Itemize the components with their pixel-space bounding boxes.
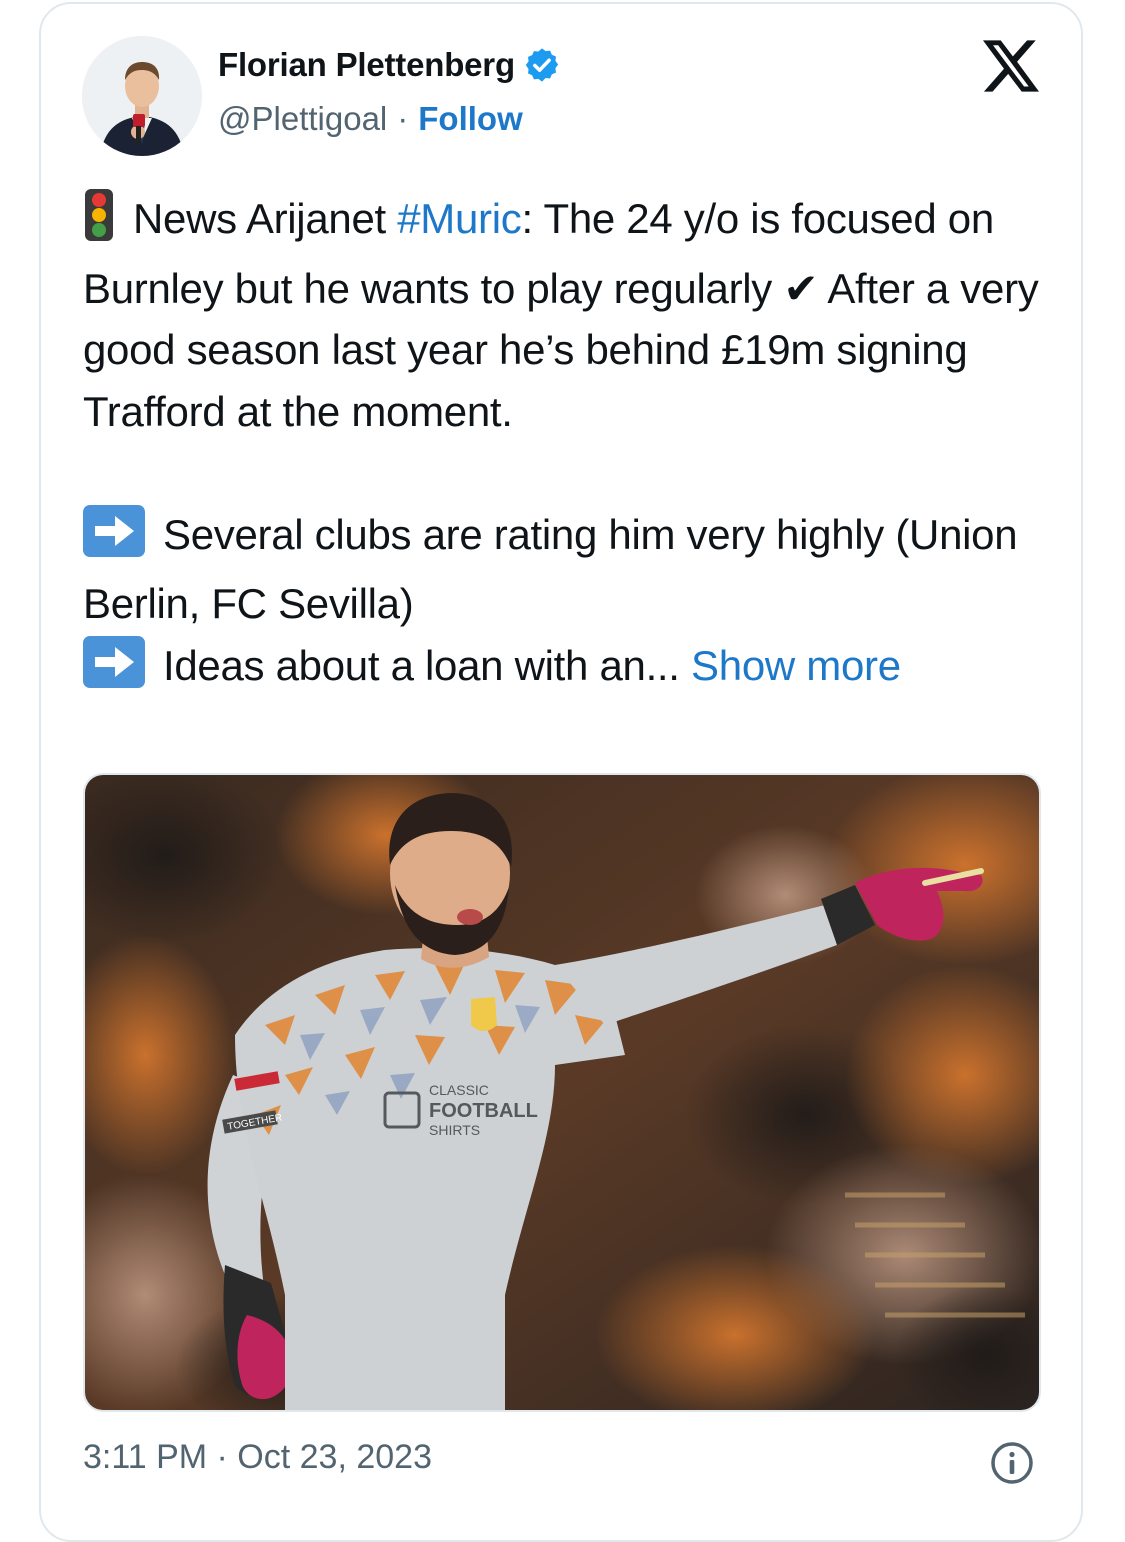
avatar[interactable]	[82, 36, 202, 156]
bullet-1-text: Several clubs are rating him very highly…	[83, 510, 1018, 628]
goalkeeper-pointing-photo: CLASSIC FOOTBALL SHIRTS TOGETHER	[85, 775, 1039, 1410]
shirt-sponsor: CLASSIC	[429, 1082, 489, 1098]
right-arrow-icon	[83, 635, 145, 705]
tweet-text-prefix: News Arijanet	[133, 195, 398, 242]
right-arrow-icon	[83, 504, 145, 574]
tweet-timestamp[interactable]: 3:11 PM · Oct 23, 2023	[83, 1438, 432, 1477]
tweet-paragraph-1: News Arijanet #Muric: The 24 y/o is focu…	[83, 188, 1058, 442]
avatar-image	[82, 36, 202, 156]
author-name-row: Florian Plettenberg	[218, 46, 561, 84]
checkmark-icon: ✔	[783, 264, 819, 312]
info-icon[interactable]	[990, 1441, 1034, 1485]
tweet-photo[interactable]: CLASSIC FOOTBALL SHIRTS TOGETHER	[83, 773, 1041, 1412]
svg-text:SHIRTS: SHIRTS	[429, 1122, 480, 1138]
author-handle-row: @Plettigoal · Follow	[218, 100, 523, 138]
traffic-light-icon	[83, 189, 115, 258]
svg-text:FOOTBALL: FOOTBALL	[429, 1100, 538, 1122]
follow-button[interactable]: Follow	[418, 100, 522, 138]
tweet-bullet-1: Several clubs are rating him very highly…	[83, 504, 1058, 635]
tweet-text: News Arijanet #Muric: The 24 y/o is focu…	[83, 188, 1058, 704]
x-logo-icon[interactable]	[983, 40, 1039, 92]
show-more-link[interactable]: Show more	[691, 642, 901, 689]
author-handle[interactable]: @Plettigoal	[218, 100, 387, 138]
verified-badge-icon	[523, 46, 561, 84]
author-name[interactable]: Florian Plettenberg	[218, 46, 515, 84]
bullet-2-text: Ideas about a loan with an...	[163, 641, 680, 689]
tweet-bullet-2: Ideas about a loan with an... Show more	[83, 635, 1058, 705]
hashtag-link[interactable]: #Muric	[397, 195, 522, 242]
separator-dot: ·	[397, 100, 409, 137]
